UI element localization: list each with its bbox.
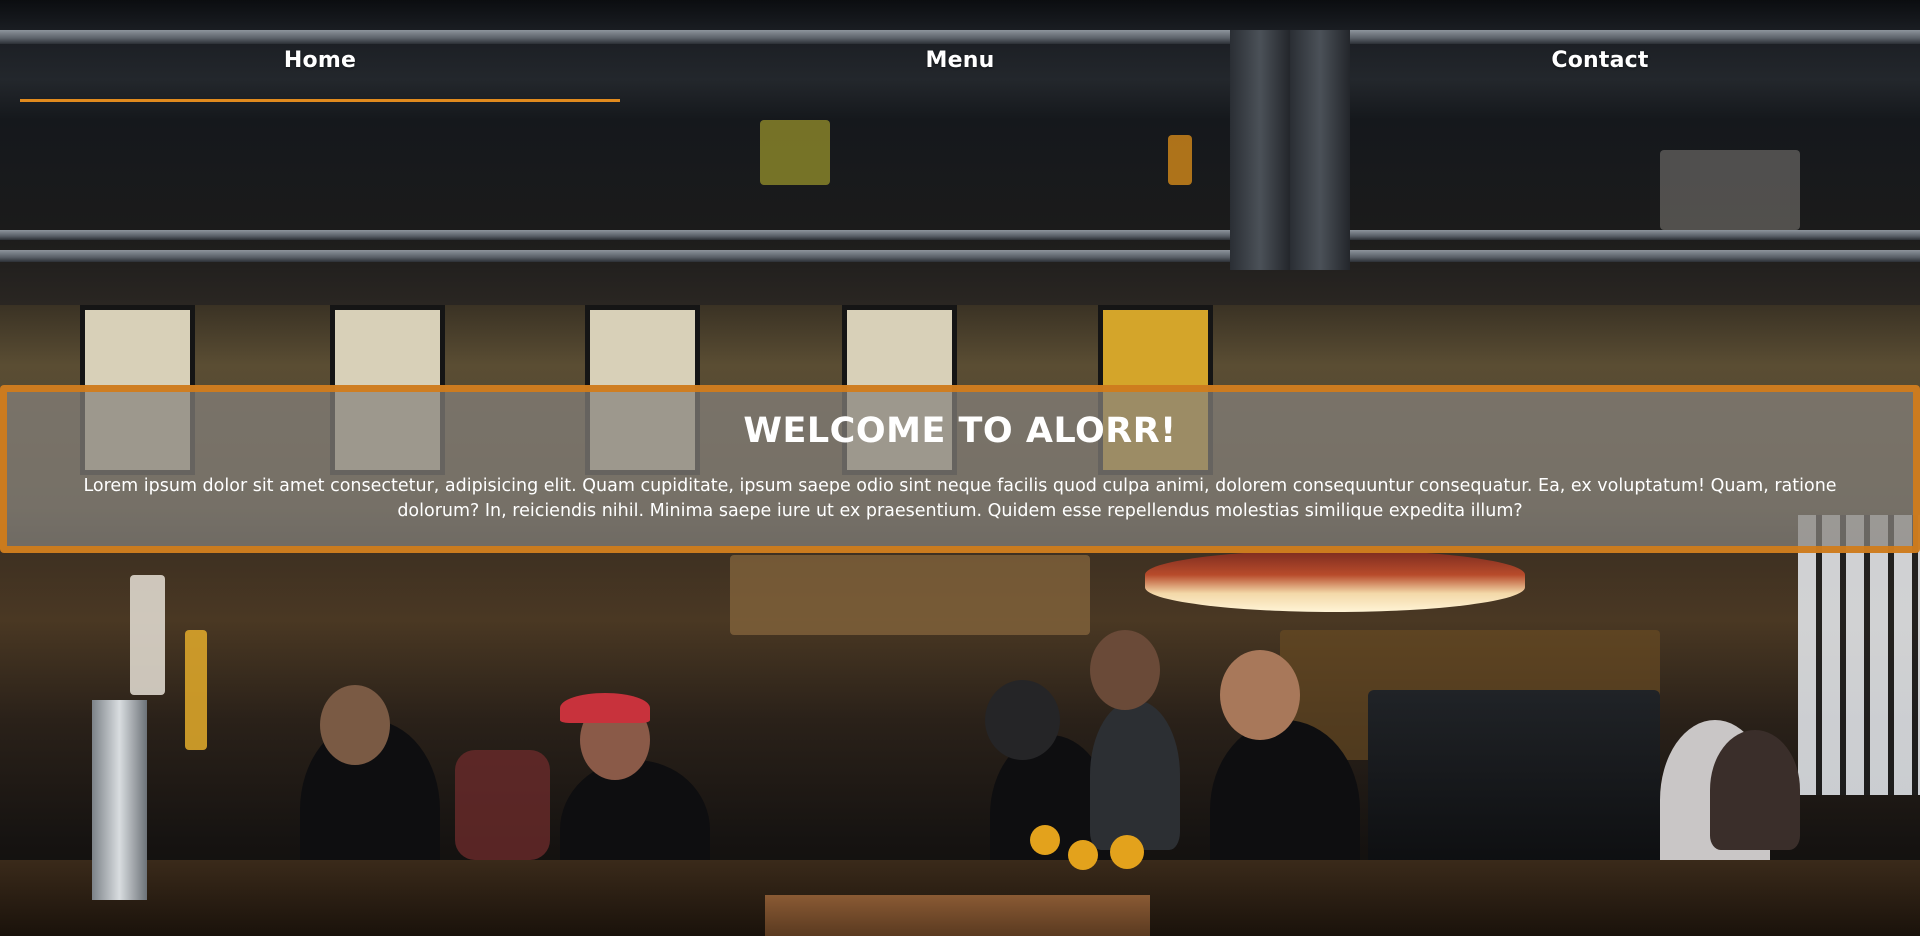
bg-monitor — [1368, 690, 1660, 880]
bg-fruit — [1110, 835, 1144, 869]
bg-person — [1710, 730, 1800, 850]
bg-person-head — [320, 685, 390, 765]
bg-person-head — [1090, 630, 1160, 710]
bg-person-head — [985, 680, 1060, 760]
nav-contact[interactable]: Contact — [1280, 48, 1920, 102]
welcome-title: WELCOME TO ALORR! — [743, 411, 1177, 451]
bg-fruit — [1030, 825, 1060, 855]
welcome-text: Lorem ipsum dolor sit amet consectetur, … — [83, 476, 1837, 521]
page: Home Menu Contact WELCOME TO ALORR! Lore… — [0, 0, 1920, 936]
main-nav: Home Menu Contact — [0, 48, 1920, 102]
welcome-banner: WELCOME TO ALORR! Lorem ipsum dolor sit … — [0, 385, 1920, 553]
bg-shelf-rail — [0, 230, 1920, 240]
bg-jar — [455, 750, 550, 860]
bg-shelf-rail-lower — [0, 250, 1920, 262]
bg-person-head — [1220, 650, 1300, 740]
bg-window — [1798, 515, 1920, 795]
nav-menu[interactable]: Menu — [640, 48, 1280, 102]
bg-light — [760, 120, 830, 185]
bg-pastry-case — [730, 555, 1090, 635]
bg-glasses — [1660, 150, 1800, 230]
bg-person — [1090, 700, 1180, 850]
bg-beer-tap — [92, 700, 147, 900]
bg-tap-handle — [185, 630, 207, 750]
bg-ceiling-rail — [0, 30, 1920, 44]
bg-tap-handle — [130, 575, 165, 695]
nav-home[interactable]: Home — [0, 48, 640, 102]
bg-fruit — [1068, 840, 1098, 870]
bg-crate — [765, 895, 1150, 936]
bg-red-cap — [560, 693, 650, 723]
bg-pendant-lamp — [1145, 550, 1525, 612]
bg-light — [1168, 135, 1192, 185]
